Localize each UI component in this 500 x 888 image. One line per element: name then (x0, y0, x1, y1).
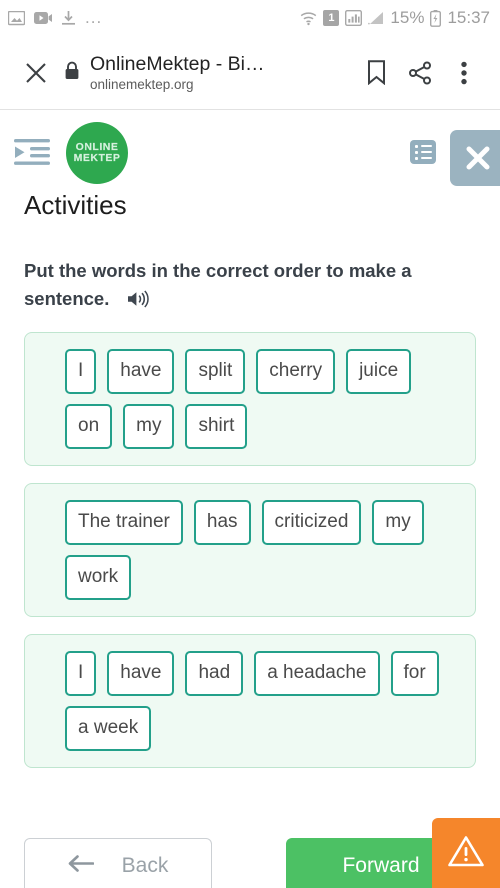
signal-triangle-icon (368, 11, 384, 25)
warning-triangle-icon (447, 834, 485, 873)
word-chip[interactable]: on (65, 403, 113, 449)
page-title-label: OnlineMektep - Bi… (90, 53, 265, 75)
word-chip[interactable]: juice (346, 348, 412, 394)
word-chip[interactable]: a headache (254, 650, 380, 696)
signal-bars-icon (345, 10, 363, 26)
arrow-left-icon (68, 854, 94, 878)
back-button-label: Back (121, 854, 169, 877)
word-chip[interactable]: have (107, 650, 175, 696)
word-chip[interactable]: shirt (185, 403, 248, 449)
battery-percent-label: 15% (390, 8, 425, 27)
status-bar: ... 1 15% 15:37 (0, 0, 500, 36)
sim-icon: 1 (323, 10, 340, 26)
word-chip[interactable]: split (185, 348, 246, 394)
logo-line-2: MEKTEP (73, 152, 121, 164)
lock-icon (64, 61, 80, 85)
video-icon (34, 11, 52, 25)
clock-label: 15:37 (447, 8, 490, 27)
word-chip[interactable]: criticized (261, 499, 362, 545)
word-card: Ihave had a headache for a week (24, 633, 476, 768)
online-mektep-logo: ONLINE MEKTEP (66, 122, 128, 184)
list-icon[interactable] (410, 140, 436, 164)
battery-icon (430, 9, 442, 27)
word-chip[interactable]: had (185, 650, 244, 696)
word-chip[interactable]: my (123, 403, 175, 449)
word-chip[interactable]: cherry (256, 348, 336, 394)
word-chip[interactable]: I (65, 348, 97, 394)
site-url-label: onlinemektep.org (90, 77, 194, 92)
browser-toolbar: OnlineMektep - Bi… onlinemektep.org (0, 36, 500, 110)
back-button[interactable]: Back (24, 838, 212, 888)
speaker-icon[interactable] (127, 288, 149, 316)
task-prompt: Put the words in the correct order to ma… (0, 221, 500, 316)
word-card: Ihave split cherry juice on my shirt (24, 331, 476, 466)
status-bar-left: ... (8, 8, 103, 27)
word-card: The trainer has criticized my work (24, 482, 476, 617)
status-bar-right: 1 15% 15:37 (300, 8, 490, 28)
close-activity-button[interactable] (450, 130, 500, 186)
word-chip[interactable]: has (193, 499, 251, 545)
overflow-menu-button[interactable] (442, 51, 486, 95)
bookmark-button[interactable] (354, 51, 398, 95)
bottom-navigation-bar: Back Forward (0, 818, 500, 888)
app-header: ONLINE MEKTEP (0, 110, 500, 186)
image-icon (8, 10, 25, 26)
header-actions (410, 130, 500, 186)
web-page-content: ONLINE MEKTEP Activities Put the words i… (0, 110, 500, 768)
word-chip[interactable]: my (372, 499, 424, 545)
warning-button[interactable] (432, 818, 500, 888)
share-button[interactable] (398, 51, 442, 95)
word-chip[interactable]: a week (65, 705, 152, 751)
indent-icon[interactable] (14, 137, 50, 167)
task-prompt-text: Put the words in the correct order to ma… (24, 260, 412, 309)
word-cards-list: Ihave split cherry juice on my shirt The traine… (0, 316, 500, 768)
download-icon (61, 10, 76, 26)
word-chip[interactable]: for (390, 650, 439, 696)
word-chip[interactable]: The trainer (65, 499, 183, 545)
word-chip[interactable]: work (65, 554, 132, 600)
phone-screen: ... 1 15% 15:37 OnlineMektep - Bi… onlin… (0, 0, 500, 888)
site-info[interactable]: OnlineMektep - Bi… onlinemektep.org (58, 53, 354, 92)
status-overflow-dots: ... (85, 8, 103, 27)
wifi-icon (300, 11, 317, 26)
word-chip[interactable]: I (65, 650, 97, 696)
forward-button-label: Forward (342, 854, 420, 877)
close-tab-button[interactable] (14, 51, 58, 95)
word-chip[interactable]: have (107, 348, 175, 394)
